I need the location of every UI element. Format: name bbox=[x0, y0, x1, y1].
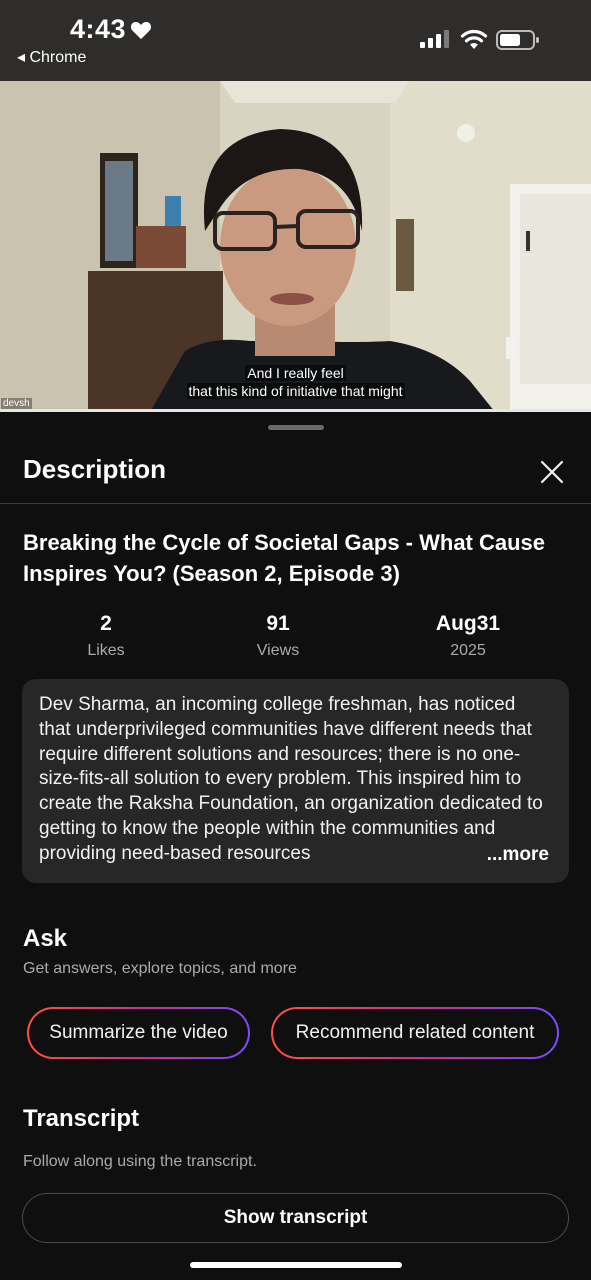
description-sheet: Description Breaking the Cycle of Societ… bbox=[0, 414, 591, 1280]
home-indicator[interactable] bbox=[190, 1262, 402, 1268]
date-stat: Aug31 2025 bbox=[388, 612, 548, 660]
summarize-video-chip[interactable]: Summarize the video bbox=[27, 1007, 250, 1059]
likes-label: Likes bbox=[87, 642, 125, 659]
back-to-app-link[interactable]: ◂ Chrome bbox=[17, 47, 86, 67]
ask-title: Ask bbox=[23, 925, 68, 952]
video-progress-bar[interactable] bbox=[0, 409, 591, 412]
description-text: Dev Sharma, an incoming college freshman… bbox=[39, 694, 543, 864]
heart-icon bbox=[130, 21, 152, 40]
caption-line-2: that this kind of initiative that might bbox=[186, 383, 405, 399]
more-button[interactable]: ...more bbox=[446, 843, 549, 867]
drag-handle[interactable] bbox=[268, 425, 324, 430]
video-player[interactable]: And I really feel that this kind of init… bbox=[0, 81, 591, 412]
caption-line-1: And I really feel bbox=[245, 365, 346, 381]
close-button[interactable] bbox=[534, 454, 570, 490]
ask-subtitle: Get answers, explore topics, and more bbox=[23, 960, 297, 977]
chip-label: Recommend related content bbox=[273, 1009, 557, 1057]
sheet-title: Description bbox=[23, 454, 167, 484]
video-frame bbox=[0, 81, 591, 412]
wifi-icon bbox=[460, 29, 488, 49]
publish-date: Aug31 bbox=[435, 612, 501, 635]
show-transcript-button[interactable]: Show transcript bbox=[22, 1193, 569, 1243]
close-icon bbox=[540, 460, 564, 484]
likes-count: 2 bbox=[100, 612, 112, 635]
caption-overlay: And I really feel that this kind of init… bbox=[0, 364, 591, 400]
views-count: 91 bbox=[266, 612, 290, 635]
chip-label: Summarize the video bbox=[29, 1009, 248, 1057]
transcript-title: Transcript bbox=[23, 1105, 140, 1132]
views-label: Views bbox=[256, 642, 300, 659]
battery-icon bbox=[496, 30, 539, 50]
video-title: Breaking the Cycle of Societal Gaps - Wh… bbox=[23, 530, 546, 586]
likes-stat: 2 Likes bbox=[26, 612, 186, 660]
video-stats: 2 Likes 91 Views Aug31 2025 bbox=[0, 612, 591, 662]
divider bbox=[0, 503, 591, 504]
video-watermark: devsh bbox=[1, 398, 32, 409]
views-stat: 91 Views bbox=[198, 612, 358, 660]
status-bar: 4:43 ◂ Chrome bbox=[0, 0, 591, 81]
signal-icon bbox=[420, 30, 449, 48]
recommend-content-chip[interactable]: Recommend related content bbox=[271, 1007, 559, 1059]
description-box[interactable]: Dev Sharma, an incoming college freshman… bbox=[22, 679, 569, 883]
clock: 4:43 bbox=[70, 14, 127, 44]
transcript-subtitle: Follow along using the transcript. bbox=[23, 1153, 257, 1170]
publish-year: 2025 bbox=[450, 642, 486, 659]
